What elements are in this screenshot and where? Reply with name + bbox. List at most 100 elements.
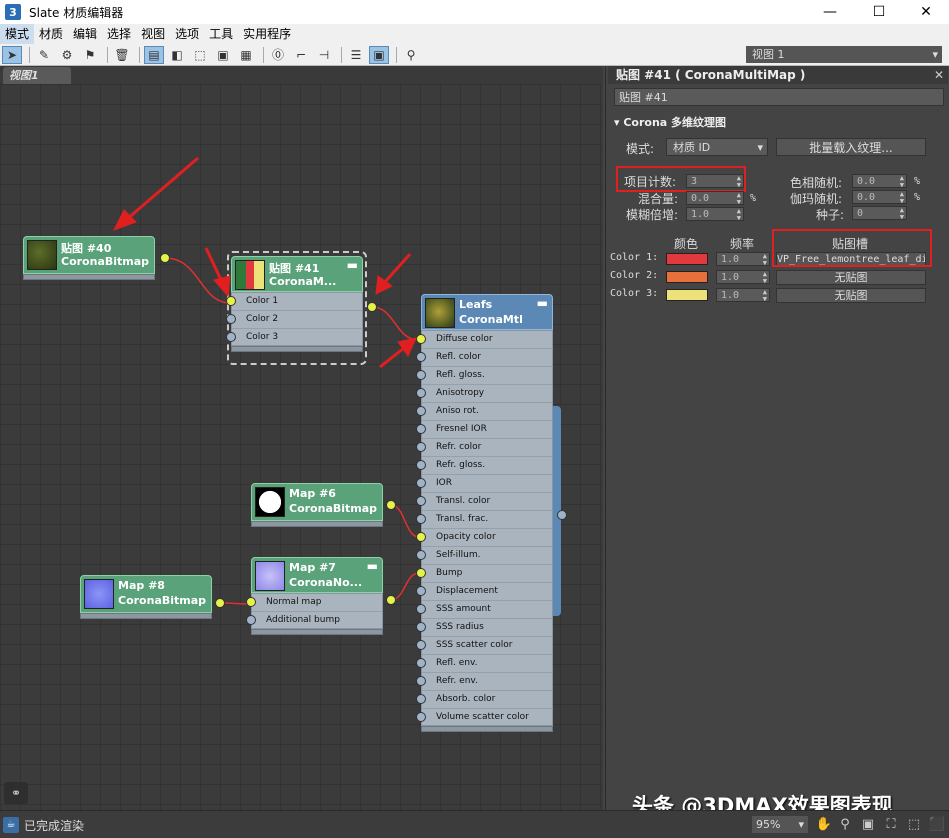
move-children-icon[interactable]: ▤	[144, 45, 164, 64]
close-button[interactable]: ✕	[903, 0, 949, 24]
view-tab-bar: 视图1	[0, 66, 603, 84]
close-icon[interactable]: ✕	[934, 66, 944, 84]
zoom-value: 95%	[756, 818, 781, 831]
frequency-spinner[interactable]: 1.0 ▲ ▼	[716, 270, 770, 285]
navigation-binoculars-icon[interactable]: ⚭	[4, 782, 28, 804]
blur-value: 1.0	[691, 209, 710, 220]
pan-hand-icon[interactable]: ✋	[815, 816, 833, 834]
zoom-region-icon[interactable]: ▣	[859, 816, 877, 834]
show-map-icon[interactable]: ⬚	[190, 46, 210, 64]
color-swatch[interactable]	[666, 289, 708, 301]
seed-label: 种子:	[816, 208, 845, 222]
app-icon: 3	[5, 4, 21, 20]
color-swatch[interactable]	[666, 253, 708, 265]
gamma-random-value: 0.0	[857, 192, 876, 203]
spinner-arrows-icon[interactable]: ▲ ▼	[900, 207, 904, 221]
chevron-down-icon: ▾	[798, 818, 804, 831]
frequency-spinner[interactable]: 1.0 ▲ ▼	[716, 288, 770, 303]
toolbar-separator	[396, 46, 397, 63]
toolbar-separator	[139, 46, 140, 63]
title-bar: 3 Slate 材质编辑器 — ☐ ✕	[0, 0, 949, 24]
annotation-highlight-item-count	[616, 166, 746, 192]
menu-mode[interactable]: 模式	[0, 24, 35, 44]
gamma-random-spinner[interactable]: 0.0 ▲ ▼	[852, 190, 907, 205]
color-row-label: Color 1:	[610, 252, 659, 263]
minimize-button[interactable]: —	[807, 0, 853, 24]
parameter-editor-icon[interactable]: ▣	[369, 45, 389, 64]
delete-icon[interactable]: 🗑	[112, 46, 132, 64]
blur-label: 模糊倍增:	[626, 208, 679, 222]
menu-edit[interactable]: 编辑	[68, 24, 102, 44]
seed-spinner[interactable]: 0 ▲ ▼	[852, 206, 907, 221]
percent-sign: %	[914, 192, 921, 203]
mix-value: 0.0	[691, 193, 710, 204]
frequency-spinner[interactable]: 1.0 ▲ ▼	[716, 252, 770, 267]
fit-icon[interactable]: ⬛	[928, 816, 946, 834]
maximize-button[interactable]: ☐	[856, 0, 902, 24]
toolbar-separator	[29, 46, 30, 63]
parameter-editor-panel: 贴图 #41 ( CoronaMultiMap ) ✕ 贴图 #41 ▾ Cor…	[605, 66, 949, 810]
color-row-label: Color 3:	[610, 288, 659, 299]
map-slot-button[interactable]: 无贴图	[776, 288, 926, 303]
mode-dropdown[interactable]: 材质 ID ▾	[666, 138, 768, 156]
layout-all-icon[interactable]: ⌐	[291, 46, 311, 64]
hide-unused-icon[interactable]: ◧	[167, 46, 187, 64]
select-tool-icon[interactable]: ➤	[2, 45, 22, 64]
spinner-arrows-icon[interactable]: ▲ ▼	[737, 192, 741, 206]
map-name-input[interactable]: 贴图 #41	[614, 88, 944, 106]
menu-view[interactable]: 视图	[136, 24, 170, 44]
spinner-arrows-icon[interactable]: ▲ ▼	[763, 271, 767, 285]
map-slot-button[interactable]: 无贴图	[776, 270, 926, 285]
frequency-value: 1.0	[721, 254, 740, 265]
zoom-dropdown[interactable]: 95% ▾	[752, 816, 808, 833]
rollout-title: Corona 多维纹理图	[623, 116, 727, 129]
teapot-icon: ☕	[3, 817, 19, 833]
frequency-value: 1.0	[721, 290, 740, 301]
blur-spinner[interactable]: 1.0 ▲ ▼	[686, 207, 744, 222]
hierarchy-icon[interactable]: ☰	[346, 46, 366, 64]
mode-value: 材质 ID	[673, 141, 711, 154]
collapse-icon: ▾	[614, 116, 624, 129]
zoom-extents-icon[interactable]: ⛶	[882, 816, 900, 834]
menu-options[interactable]: 选项	[170, 24, 204, 44]
menu-material[interactable]: 材质	[34, 24, 68, 44]
material-id-icon[interactable]: ⓪	[268, 46, 288, 64]
annotation-arrows	[112, 156, 417, 369]
view-select-dropdown[interactable]: 视图 1 ▾	[746, 46, 942, 63]
spinner-arrows-icon[interactable]: ▲ ▼	[900, 175, 904, 189]
spinner-arrows-icon[interactable]: ▲ ▼	[763, 289, 767, 303]
color-swatch[interactable]	[666, 271, 708, 283]
rollout-header[interactable]: ▾ Corona 多维纹理图	[610, 114, 948, 132]
menu-select[interactable]: 选择	[102, 24, 136, 44]
menu-utilities[interactable]: 实用程序	[238, 24, 296, 44]
window-title: Slate 材质编辑器	[29, 5, 124, 20]
zoom-selected-icon[interactable]: ⬚	[905, 816, 923, 834]
assign-material-icon[interactable]: ⚑	[80, 46, 100, 64]
zoom-icon[interactable]: ⚲	[836, 816, 854, 834]
node-canvas[interactable]: 贴图 #40 CoronaBitmap 贴图 #41 CoronaM... ▬ …	[0, 84, 603, 810]
checker-icon[interactable]: ▦	[236, 46, 256, 64]
arrow-to-output-41	[383, 253, 412, 283]
select-by-material-icon[interactable]: ⚲	[401, 46, 421, 64]
percent-sign: %	[914, 176, 921, 187]
hue-random-spinner[interactable]: 0.0 ▲ ▼	[852, 174, 907, 189]
spinner-arrows-icon[interactable]: ▲ ▼	[737, 208, 741, 222]
panel-title: 贴图 #41 ( CoronaMultiMap )	[616, 68, 806, 82]
spinner-arrows-icon[interactable]: ▲ ▼	[763, 253, 767, 267]
eyedropper-icon[interactable]: ✎	[34, 46, 54, 64]
annotation-highlight-map-slot	[772, 229, 932, 267]
arrow-head	[397, 337, 417, 358]
spinner-arrows-icon[interactable]: ▲ ▼	[900, 191, 904, 205]
batch-load-button[interactable]: 批量载入纹理...	[776, 138, 926, 156]
column-header-frequency: 频率	[730, 237, 755, 251]
mode-label: 模式:	[626, 142, 655, 156]
hue-random-value: 0.0	[857, 176, 876, 187]
view-select-value: 视图 1	[752, 48, 785, 61]
tab-view-1[interactable]: 视图1	[3, 67, 71, 84]
menu-tools[interactable]: 工具	[204, 24, 238, 44]
put-material-icon[interactable]: ⚙	[57, 46, 77, 64]
mix-spinner[interactable]: 0.0 ▲ ▼	[686, 191, 744, 206]
mix-label: 混合量:	[638, 192, 679, 206]
layout-children-icon[interactable]: ⊣	[314, 46, 334, 64]
show-background-icon[interactable]: ▣	[213, 46, 233, 64]
